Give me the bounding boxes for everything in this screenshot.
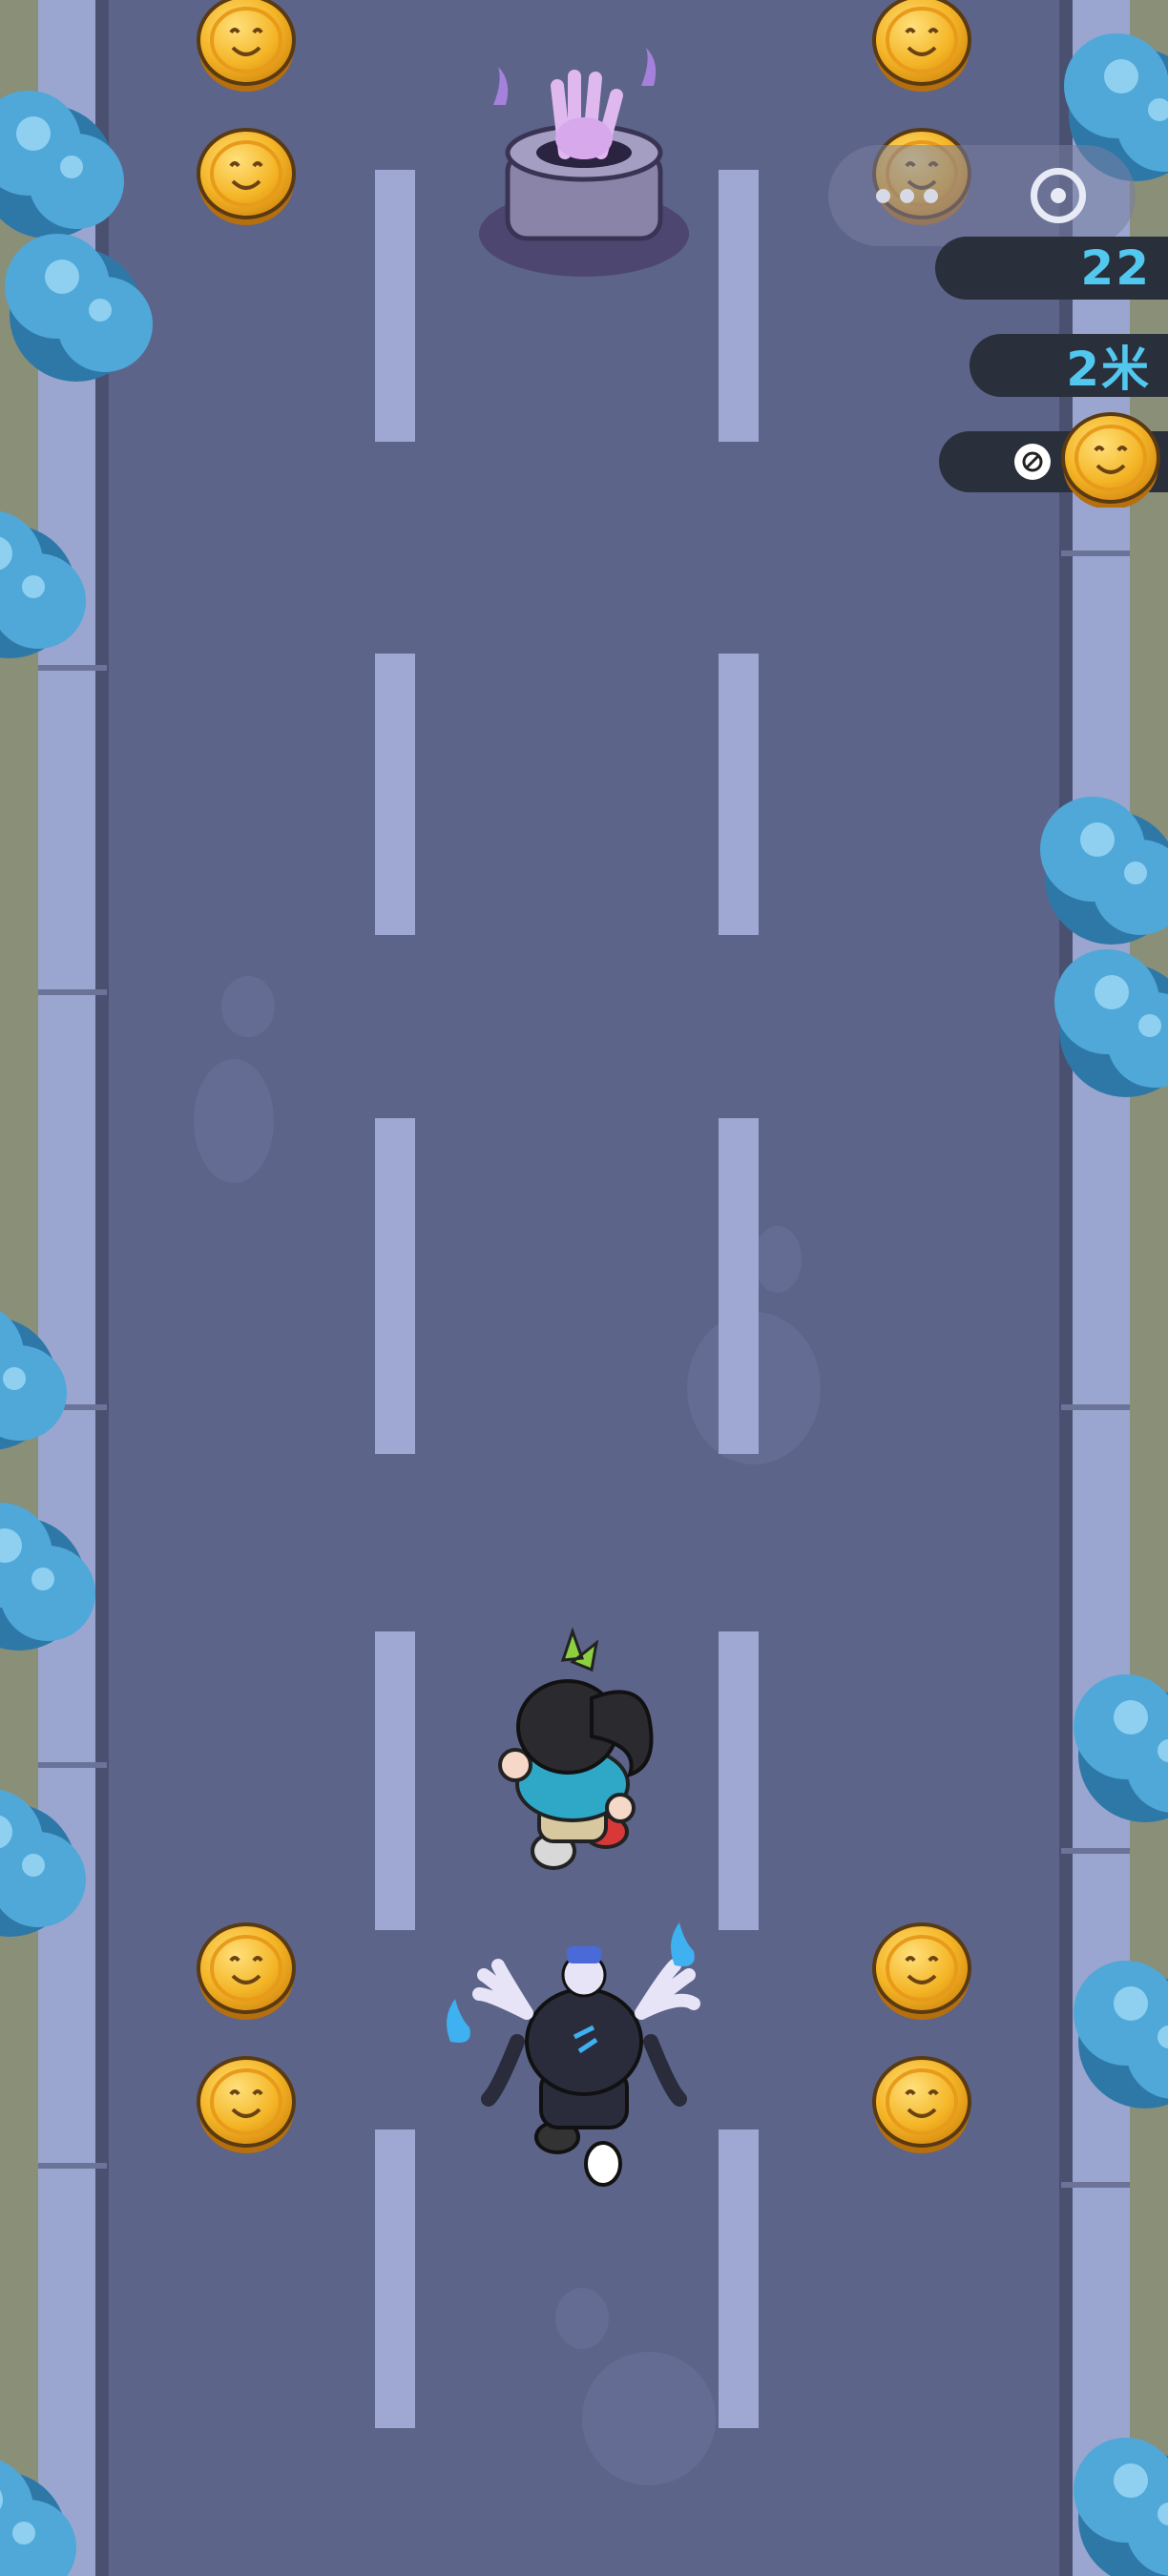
distance-pill: 2米 [970,334,1168,397]
score-value: 22 [1080,240,1151,296]
coin-icon [1061,412,1160,508]
coin-count-badge [1014,444,1051,480]
more-dots-icon[interactable] [876,172,952,219]
distance-value: 2米 [1066,342,1151,397]
mini-program-capsule [828,145,1136,246]
score-pill: 22 [935,237,1168,300]
target-circle-icon[interactable] [1031,168,1086,223]
